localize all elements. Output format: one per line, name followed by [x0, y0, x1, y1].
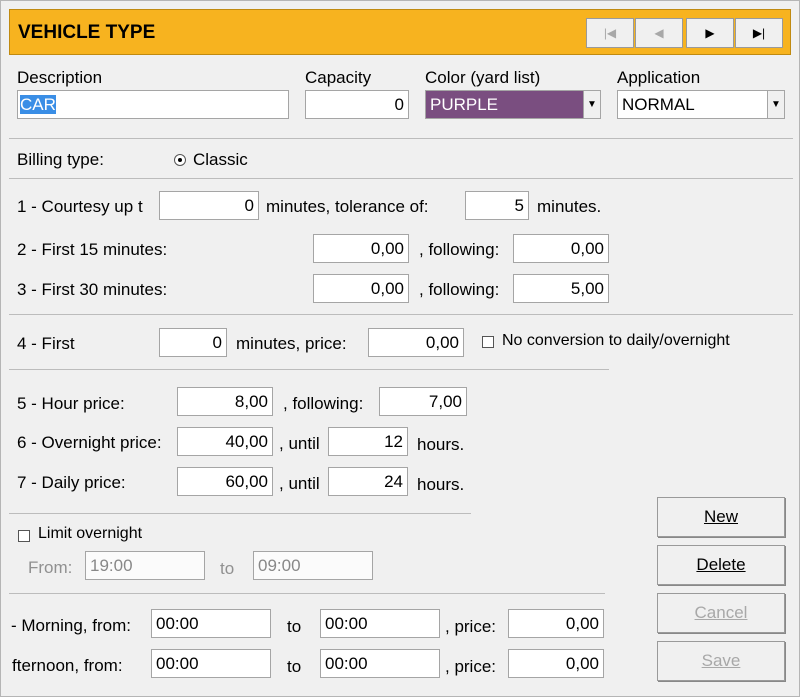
- divider: [9, 138, 793, 139]
- capacity-input[interactable]: 0: [305, 90, 409, 119]
- tolerance-input[interactable]: 5: [465, 191, 529, 220]
- afternoon-from-input[interactable]: 00:00: [151, 649, 271, 678]
- page-title: VEHICLE TYPE: [18, 22, 156, 43]
- limit-overnight-checkbox[interactable]: [18, 530, 30, 542]
- first15-following-input[interactable]: 0,00: [513, 234, 609, 263]
- classic-label: Classic: [193, 150, 248, 169]
- no-conversion-checkbox[interactable]: [482, 336, 494, 348]
- vehicle-type-window: VEHICLE TYPE |◀ ◀ ▶ ▶| Description Capac…: [0, 0, 800, 697]
- description-value: CAR: [20, 95, 56, 114]
- hour-price-label: 5 - Hour price:: [17, 394, 125, 413]
- overnight-price-input[interactable]: 40,00: [177, 427, 273, 456]
- application-label: Application: [617, 68, 701, 87]
- following-label: , following:: [283, 394, 364, 413]
- color-value: PURPLE: [430, 95, 499, 114]
- first-minutes-input[interactable]: 0: [159, 328, 227, 357]
- limit-to-input[interactable]: 09:00: [253, 551, 373, 580]
- billing-type-label: Billing type:: [17, 150, 104, 169]
- overnight-price-label: 6 - Overnight price:: [17, 433, 162, 452]
- hour-price-input[interactable]: 8,00: [177, 387, 273, 416]
- afternoon-from-label: fternoon, from:: [12, 656, 123, 675]
- divider: [9, 178, 793, 179]
- until-label: , until: [279, 434, 320, 453]
- following-label: , following:: [419, 280, 500, 299]
- delete-button[interactable]: Delete: [657, 545, 785, 585]
- first30-label: 3 - First 30 minutes:: [17, 280, 168, 299]
- overnight-until-input[interactable]: 12: [328, 427, 408, 456]
- application-value: NORMAL: [622, 95, 695, 114]
- limit-from-input[interactable]: 19:00: [85, 551, 205, 580]
- following-label: , following:: [419, 240, 500, 259]
- price-label: , price:: [445, 657, 497, 676]
- courtesy-label: 1 - Courtesy up t: [17, 197, 143, 216]
- tolerance-label: minutes, tolerance of:: [266, 197, 429, 216]
- to-label: to: [287, 617, 302, 636]
- last-record-icon[interactable]: ▶|: [735, 18, 783, 48]
- classic-radio[interactable]: [174, 154, 186, 166]
- color-label: Color (yard list): [425, 68, 541, 87]
- daily-price-input[interactable]: 60,00: [177, 467, 273, 496]
- afternoon-to-input[interactable]: 00:00: [320, 649, 440, 678]
- next-record-icon[interactable]: ▶: [686, 18, 734, 48]
- courtesy-minutes-input[interactable]: 0: [159, 191, 259, 220]
- from-label: From:: [28, 558, 73, 577]
- first30-input[interactable]: 0,00: [313, 274, 409, 303]
- color-select[interactable]: PURPLE ▼: [425, 90, 601, 119]
- first-price-input[interactable]: 0,00: [368, 328, 464, 357]
- first15-label: 2 - First 15 minutes:: [17, 240, 168, 259]
- to-label: to: [220, 559, 235, 578]
- limit-overnight-label: Limit overnight: [38, 525, 143, 542]
- hours-label: hours.: [417, 435, 465, 454]
- hours-label: hours.: [417, 475, 465, 494]
- until-label: , until: [279, 474, 320, 493]
- chevron-down-icon[interactable]: ▼: [583, 91, 600, 118]
- divider: [9, 513, 471, 514]
- minutes-price-label: minutes, price:: [236, 334, 347, 353]
- first-label: 4 - First: [17, 334, 75, 353]
- morning-from-label: - Morning, from:: [11, 616, 131, 635]
- cancel-button[interactable]: Cancel: [657, 593, 785, 633]
- morning-to-input[interactable]: 00:00: [320, 609, 440, 638]
- daily-price-label: 7 - Daily price:: [17, 473, 126, 492]
- price-label: , price:: [445, 617, 497, 636]
- new-button[interactable]: New: [657, 497, 785, 537]
- afternoon-price-input[interactable]: 0,00: [508, 649, 604, 678]
- header-bar: VEHICLE TYPE |◀ ◀ ▶ ▶|: [9, 9, 791, 55]
- divider: [9, 369, 609, 370]
- divider: [9, 314, 793, 315]
- morning-price-input[interactable]: 0,00: [508, 609, 604, 638]
- divider: [9, 593, 605, 594]
- application-select[interactable]: NORMAL ▼: [617, 90, 785, 119]
- chevron-down-icon[interactable]: ▼: [767, 91, 784, 118]
- morning-from-input[interactable]: 00:00: [151, 609, 271, 638]
- capacity-label: Capacity: [305, 68, 372, 87]
- previous-record-icon[interactable]: ◀: [635, 18, 683, 48]
- first-record-icon[interactable]: |◀: [586, 18, 634, 48]
- daily-until-input[interactable]: 24: [328, 467, 408, 496]
- first30-following-input[interactable]: 5,00: [513, 274, 609, 303]
- first15-input[interactable]: 0,00: [313, 234, 409, 263]
- save-button[interactable]: Save: [657, 641, 785, 681]
- no-conversion-label: No conversion to daily/overnight: [502, 332, 730, 349]
- hour-following-input[interactable]: 7,00: [379, 387, 467, 416]
- description-input[interactable]: CAR: [17, 90, 289, 119]
- description-label: Description: [17, 68, 103, 87]
- to-label: to: [287, 657, 302, 676]
- minutes-suffix: minutes.: [537, 197, 602, 216]
